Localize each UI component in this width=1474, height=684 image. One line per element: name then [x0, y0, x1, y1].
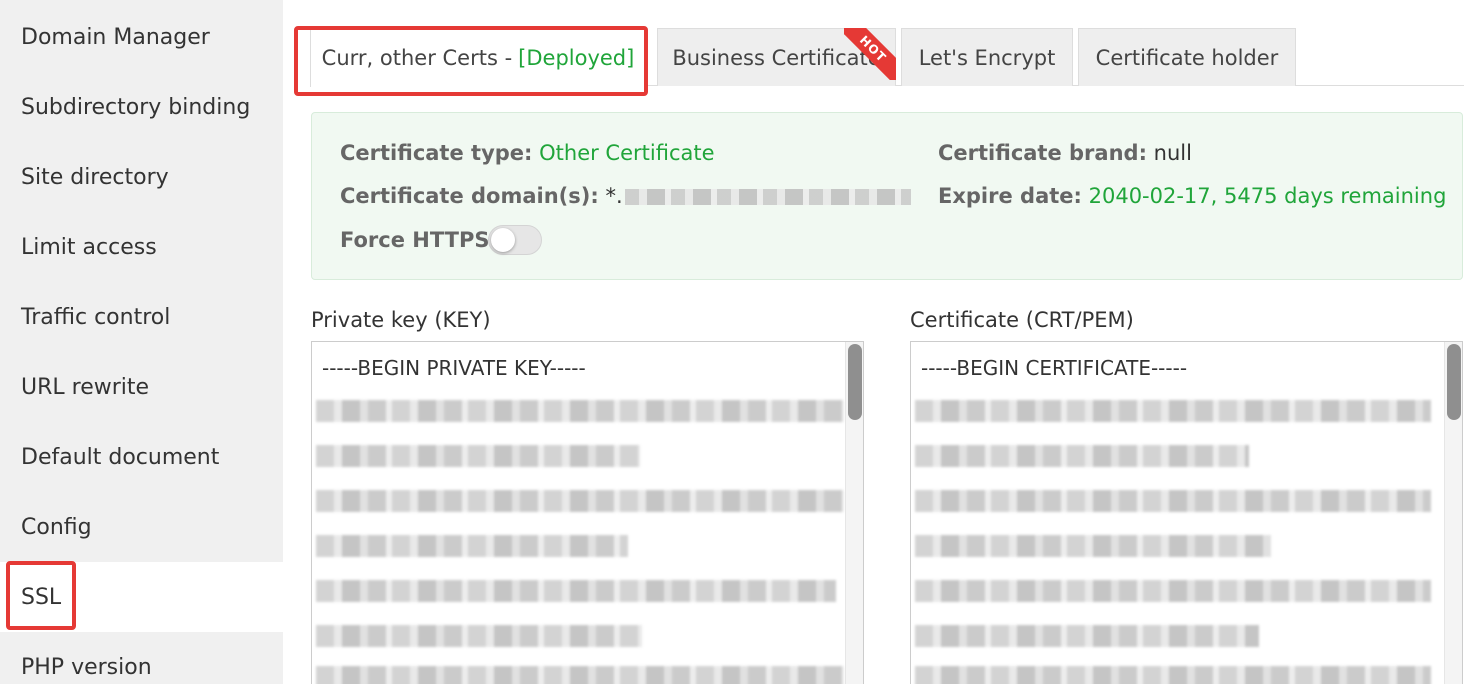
sidebar-item-config[interactable]: Config: [0, 492, 283, 562]
sidebar-item-label: Domain Manager: [21, 24, 210, 50]
sidebar-item-php-version[interactable]: PHP version: [0, 632, 283, 684]
redacted-cert-line: [915, 490, 1431, 512]
redacted-key-line: [316, 666, 844, 684]
tab-current-certs[interactable]: Curr, other Certs - [Deployed]: [310, 28, 646, 87]
redacted-cert-line: [915, 445, 1249, 467]
tab-label: Certificate holder: [1095, 45, 1279, 70]
redacted-key-line: [316, 535, 628, 557]
certificate-brand-value: null: [1153, 141, 1192, 165]
sidebar-item-default-document[interactable]: Default document: [0, 422, 283, 492]
certificate-brand-row: Certificate brand: null: [938, 141, 1192, 165]
redacted-key-line: [316, 580, 836, 602]
redacted-cert-line: [915, 625, 1259, 647]
sidebar-item-label: Config: [21, 514, 92, 540]
sidebar-item-label: Subdirectory binding: [21, 94, 251, 120]
sidebar-item-label: Traffic control: [21, 304, 171, 330]
sidebar-item-domain-manager[interactable]: Domain Manager: [0, 2, 283, 72]
certificate-type-row: Certificate type: Other Certificate: [340, 141, 715, 165]
sidebar-item-label: PHP version: [21, 654, 152, 680]
redacted-key-line: [316, 445, 640, 467]
deployed-status: [Deployed]: [518, 46, 635, 70]
sidebar-item-url-rewrite[interactable]: URL rewrite: [0, 352, 283, 422]
force-https-row: Force HTTPS:: [340, 228, 498, 252]
sidebar-item-label: Default document: [21, 444, 220, 470]
tab-business-certificate[interactable]: Business Certificate HOT: [657, 28, 896, 86]
redacted-key-line: [316, 490, 844, 512]
tab-certificate-holder[interactable]: Certificate holder: [1078, 28, 1296, 86]
expire-date-row: Expire date: 2040-02-17, 5475 days remai…: [938, 184, 1446, 208]
tab-bar: Curr, other Certs - [Deployed] Business C…: [310, 28, 1464, 87]
force-https-label: Force HTTPS:: [340, 228, 498, 252]
certificate-domain-row: Certificate domain(s): *.: [340, 184, 911, 208]
certificate-type-value: Other Certificate: [539, 141, 715, 165]
sidebar-item-traffic-control[interactable]: Traffic control: [0, 282, 283, 352]
scrollbar-thumb[interactable]: [1447, 344, 1461, 420]
redacted-cert-line: [915, 580, 1431, 602]
certificate-info-panel: Certificate type: Other Certificate Cert…: [311, 112, 1463, 280]
tab-label: Business Certificate: [672, 45, 881, 70]
sidebar-item-subdirectory-binding[interactable]: Subdirectory binding: [0, 72, 283, 142]
certificate-brand-label: Certificate brand:: [938, 141, 1147, 165]
redacted-domain: [624, 189, 911, 205]
scrollbar-thumb[interactable]: [848, 344, 862, 420]
redacted-key-line: [316, 625, 642, 647]
sidebar-item-label: Limit access: [21, 234, 157, 260]
sidebar-item-ssl[interactable]: SSL: [0, 562, 283, 632]
certificate-scrollbar[interactable]: [1444, 342, 1462, 684]
private-key-textarea[interactable]: -----BEGIN PRIVATE KEY-----: [311, 341, 864, 684]
redacted-key-line: [316, 400, 844, 422]
tab-lets-encrypt[interactable]: Let's Encrypt: [901, 28, 1073, 86]
redacted-cert-line: [915, 400, 1431, 422]
sidebar-item-label: URL rewrite: [21, 374, 150, 400]
expire-date-value: 2040-02-17, 5475 days remaining: [1088, 184, 1447, 208]
redacted-cert-line: [915, 666, 1431, 684]
private-key-first-line: -----BEGIN PRIVATE KEY-----: [322, 356, 586, 380]
sidebar: Domain Manager Subdirectory binding Site…: [0, 0, 283, 684]
certificate-label: Certificate (CRT/PEM): [910, 308, 1134, 332]
certificate-first-line: -----BEGIN CERTIFICATE-----: [921, 356, 1188, 380]
redacted-cert-line: [915, 535, 1271, 557]
force-https-toggle[interactable]: [488, 225, 542, 255]
certificate-type-label: Certificate type:: [340, 141, 533, 165]
certificate-domain-value: *.: [605, 184, 623, 208]
toggle-knob: [491, 228, 515, 252]
tab-label: Let's Encrypt: [918, 45, 1056, 70]
expire-date-label: Expire date:: [938, 184, 1082, 208]
sidebar-item-site-directory[interactable]: Site directory: [0, 142, 283, 212]
private-key-scrollbar[interactable]: [845, 342, 863, 684]
private-key-label: Private key (KEY): [311, 308, 491, 332]
certificate-textarea[interactable]: -----BEGIN CERTIFICATE-----: [910, 341, 1463, 684]
sidebar-item-label: Site directory: [21, 164, 169, 190]
sidebar-item-label: SSL: [21, 584, 62, 610]
tab-label: Curr, other Certs -: [321, 46, 513, 70]
sidebar-item-limit-access[interactable]: Limit access: [0, 212, 283, 282]
certificate-domain-label: Certificate domain(s):: [340, 184, 599, 208]
